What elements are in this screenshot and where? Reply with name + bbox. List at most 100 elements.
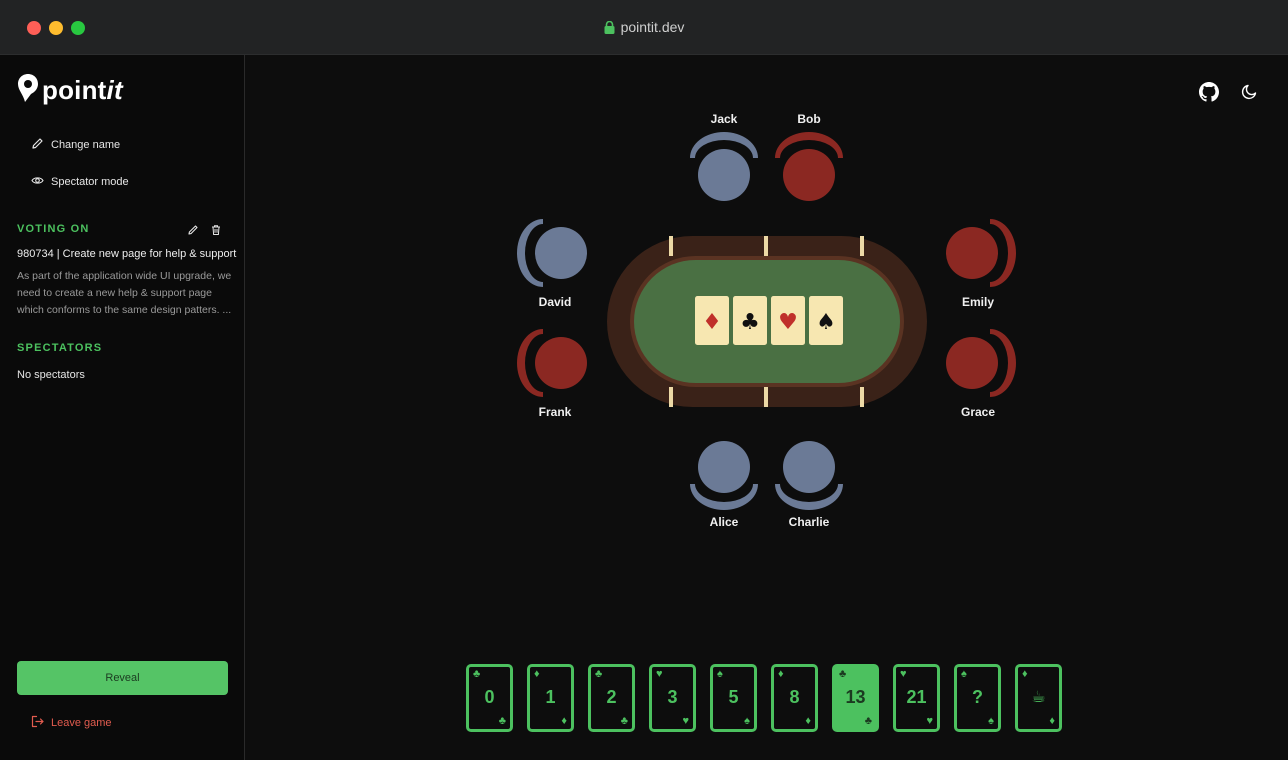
seat-grace [946,329,1016,397]
issue-tools [187,223,222,235]
card-suit-icon: ♥ [926,715,933,727]
player-name-frank: Frank [538,405,572,419]
card-suit-icon: ♦ [1022,668,1028,680]
card-suit-icon: ♣ [620,715,628,727]
rail-marker [764,387,768,407]
table-card: ♠ [809,296,843,345]
card-value: 21 [906,687,927,707]
seat-bob [775,132,843,201]
card-suit-icon: ♣ [595,668,603,680]
change-name-button[interactable]: Change name [31,137,120,153]
moon-icon[interactable] [1241,82,1261,102]
card-suit-icon: ♦ [534,668,540,680]
card-suit-icon: ♣ [473,668,481,680]
player-name-emily: Emily [961,295,994,309]
github-icon[interactable] [1199,82,1219,102]
card-suit-icon: ♣ [498,715,506,727]
voting-deck: ♣ 0 ♣ ♦ 1 ♦ ♣ 2 ♣ ♥ 3 ♥ ♠ 5 ♠ ♦ 8 ♦ ♣ 13 ♣ ♥ 21 ♥ ♠? ♠ ♦ ☕… [466,664,1062,732]
vote-card-2[interactable]: ♣ 2 ♣ [588,664,635,732]
sidebar: pointit Change name Spectator mode VOTIN… [0,55,245,760]
eye-icon [31,174,51,190]
lock-icon [604,20,615,37]
address-bar[interactable]: pointit.dev [0,19,1288,37]
seat-frank [517,329,587,397]
card-suit-icon: ♥ [682,715,689,727]
logo-text: pointit [42,75,123,105]
vote-card-21[interactable]: ♥ 21 ♥ [893,664,940,732]
card-value: 5 [728,687,739,707]
table-card-suit: ♣ [740,310,760,335]
pencil-icon [31,137,51,153]
logout-icon [31,715,51,731]
card-value: 8 [789,687,800,707]
seat-jack [690,132,758,201]
vote-card-3[interactable]: ♥ 3 ♥ [649,664,696,732]
card-suit-icon: ♦ [561,715,567,727]
player-name-grace: Grace [960,405,996,419]
poker-table: ♦ ♣ ♥ ♠ [517,132,1016,510]
seat-alice [690,441,758,510]
table-card: ♥ [771,296,805,345]
player-name-alice: Alice [709,515,739,529]
card-suit-icon: ♠ [744,715,750,727]
no-spectators-text: No spectators [17,369,85,381]
card-suit-icon: ♣ [864,715,872,727]
rail-marker [669,236,673,256]
vote-card-5[interactable]: ♠ 5 ♠ [710,664,757,732]
browser-titlebar: pointit.dev [0,0,1288,55]
card-suit-icon: ♥ [900,668,907,680]
table-card-suit: ♠ [816,310,836,335]
rail-marker [860,236,864,256]
vote-card-question[interactable]: ♠? ♠ [954,664,1001,732]
rail-marker [860,387,864,407]
card-value: 13 [845,687,866,707]
rail-marker [764,236,768,256]
card-suit-icon: ♠ [717,668,723,680]
card-suit-icon: ♦ [1049,715,1055,727]
table-card: ♦ [695,296,729,345]
seat-emily [946,219,1016,287]
change-name-label: Change name [51,139,121,151]
delete-issue-trash-icon[interactable] [210,223,222,235]
card-suit-icon: ♠ [961,668,967,680]
edit-issue-pencil-icon[interactable] [187,223,199,235]
vote-card-8[interactable]: ♦ 8 ♦ [771,664,818,732]
player-name-charlie: Charlie [788,515,830,529]
logo-pin-icon [17,73,39,108]
issue-title: 980734 | Create new page for help & supp… [17,248,237,260]
card-value: 0 [484,687,495,707]
card-suit-icon: ♣ [839,668,847,680]
url-text: pointit.dev [620,19,685,35]
leave-game-label: Leave game [51,717,112,729]
issue-description: As part of the application wide UI upgra… [17,270,232,316]
card-suit-icon: ♠ [988,715,994,727]
card-suit-icon: ♥ [656,668,663,680]
voting-on-heading: VOTING ON [17,223,90,235]
spectator-mode-button[interactable]: Spectator mode [31,174,129,190]
player-name-david: David [538,295,572,309]
seat-charlie [775,441,843,510]
logo[interactable]: pointit [17,73,123,108]
vote-card-13[interactable]: ♣ 13 ♣ [832,664,879,732]
table-card-suit: ♦ [702,310,722,335]
table-card: ♣ [733,296,767,345]
card-value: 2 [606,687,617,707]
vote-card-coffee[interactable]: ♦ ☕ ♦ [1015,664,1062,732]
spectators-heading: SPECTATORS [17,342,103,354]
reveal-button[interactable]: Reveal [17,661,228,695]
vote-card-1[interactable]: ♦ 1 ♦ [527,664,574,732]
table-card-suit: ♥ [778,310,798,335]
card-value: 3 [667,687,678,707]
spectator-mode-label: Spectator mode [51,176,129,188]
vote-card-0[interactable]: ♣ 0 ♣ [466,664,513,732]
card-suit-icon: ♦ [778,668,784,680]
card-value: 1 [545,687,556,707]
player-name-jack: Jack [710,112,738,126]
coffee-icon: ☕ [1031,689,1046,706]
rail-marker [669,387,673,407]
card-value: ? [972,687,983,707]
leave-game-button[interactable]: Leave game [31,715,112,731]
seat-david [517,219,587,287]
player-name-bob: Bob [797,112,821,126]
card-suit-icon: ♦ [805,715,811,727]
